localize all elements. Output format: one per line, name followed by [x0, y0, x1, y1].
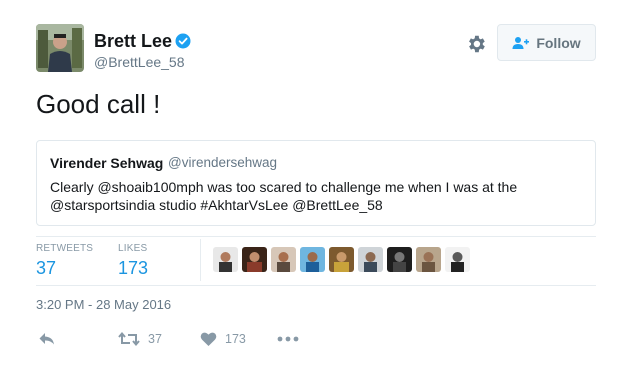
more-dots-icon — [277, 336, 299, 342]
follow-label: Follow — [536, 34, 581, 51]
like-action-count: 173 — [225, 332, 246, 346]
author-avatar[interactable] — [36, 24, 84, 72]
stats-top-divider — [36, 236, 596, 237]
gear-icon[interactable] — [465, 33, 487, 55]
liker-avatar[interactable] — [329, 247, 354, 272]
like-button[interactable]: 173 — [200, 330, 246, 348]
retweets-label: RETWEETS — [36, 243, 94, 254]
retweet-icon — [118, 331, 140, 347]
liker-avatar[interactable] — [445, 247, 470, 272]
retweets-stat[interactable]: RETWEETS 37 — [36, 243, 93, 279]
tweet-text: Good call ! — [36, 89, 161, 119]
author-handle[interactable]: @BrettLee_58 — [94, 53, 185, 71]
stats-bottom-divider — [36, 285, 596, 286]
retweets-count: 37 — [36, 258, 57, 278]
reply-button[interactable] — [38, 330, 56, 348]
retweet-button[interactable]: 37 — [118, 330, 162, 348]
heart-icon — [200, 332, 217, 346]
likers-avatar-row — [213, 247, 470, 272]
liker-avatar[interactable] — [271, 247, 296, 272]
verified-badge-icon — [175, 33, 191, 49]
likes-label: LIKES — [118, 243, 148, 254]
quoted-tweet[interactable]: Virender Sehwag @virendersehwag Clearly … — [36, 140, 596, 226]
quoted-author-handle: @virendersehwag — [168, 155, 278, 170]
liker-avatar[interactable] — [358, 247, 383, 272]
avatar-image — [36, 24, 84, 72]
liker-avatar[interactable] — [213, 247, 238, 272]
likes-stat[interactable]: LIKES 173 — [118, 243, 148, 279]
tweet-timestamp[interactable]: 3:20 PM - 28 May 2016 — [36, 297, 171, 312]
quoted-tweet-text: Clearly @shoaib100mph was too scared to … — [50, 179, 518, 213]
author-name[interactable]: Brett Lee — [94, 30, 172, 52]
liker-avatar[interactable] — [387, 247, 412, 272]
reply-icon — [39, 333, 54, 345]
stats-separator — [200, 239, 201, 281]
add-user-icon — [512, 36, 530, 49]
liker-avatar[interactable] — [416, 247, 441, 272]
quoted-author-name: Virender Sehwag — [50, 155, 164, 171]
follow-button[interactable]: Follow — [497, 24, 596, 61]
retweet-action-count: 37 — [148, 332, 162, 346]
likes-count: 173 — [118, 258, 149, 278]
liker-avatar[interactable] — [242, 247, 267, 272]
liker-avatar[interactable] — [300, 247, 325, 272]
more-button[interactable] — [277, 330, 299, 348]
